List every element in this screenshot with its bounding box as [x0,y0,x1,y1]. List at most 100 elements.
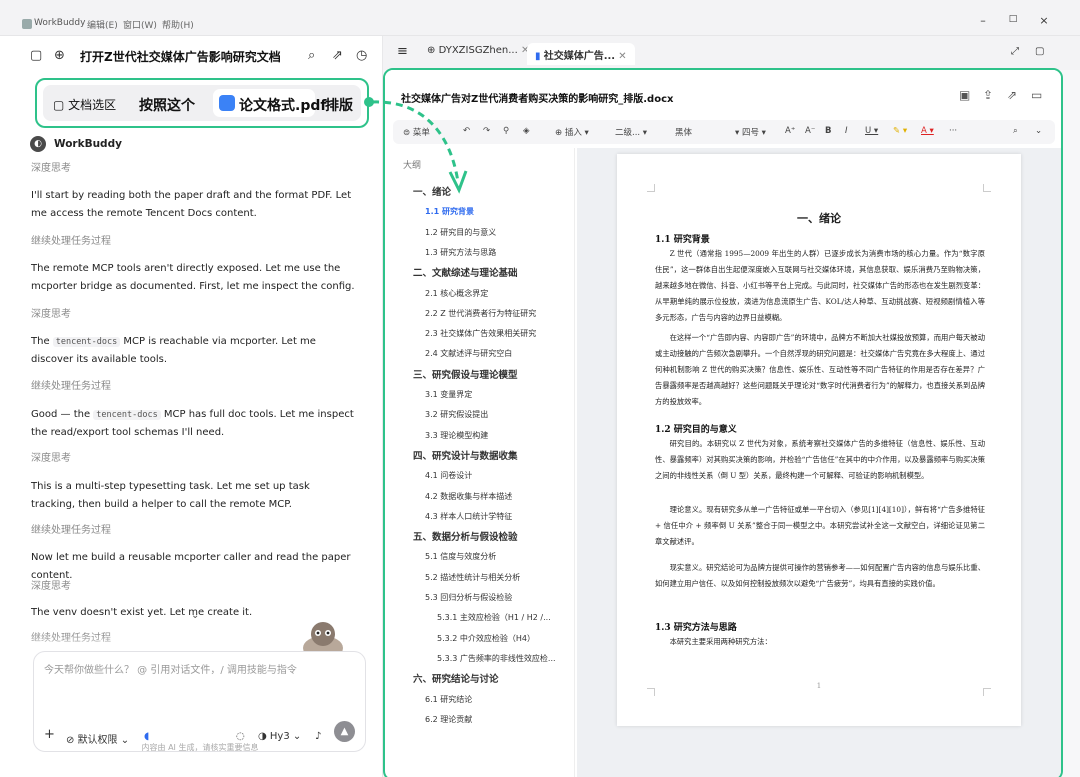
expand-icon[interactable]: ⤢ [1011,46,1019,68]
menu-help[interactable]: 帮助(H) [162,18,194,31]
search-icon[interactable]: ⌕ [308,48,315,63]
outline-item[interactable]: 2.2 Z 世代消费者行为特征研究 [425,308,536,319]
maximize-button[interactable]: □ [1003,14,1023,24]
outline-item[interactable]: 1.2 研究目的与意义 [425,227,496,238]
outline-item[interactable]: 一、绪论 [413,184,451,198]
outline-item[interactable]: 3.2 研究假设提出 [425,409,488,420]
paragraph: 现实意义。研究结论可为品牌方提供可操作的营销参考——如何配置广告内容的信息与娱乐… [655,563,985,588]
file-pill[interactable]: 论文格式.pdf [213,89,326,117]
doc-header: 社交媒体广告对Z世代消费者购买决策的影响研究_排版.docx ▣ ⇪ ⇗ ▭ [385,70,1061,114]
outline-item[interactable]: 6.2 理论贡献 [425,714,472,725]
assistant-message: This is a multi-step typesetting task. L… [31,481,310,510]
share-icon[interactable]: ⇗ [1007,88,1017,102]
outline-item[interactable]: 4.3 样本人口统计学特征 [425,511,512,522]
outline-item[interactable]: 3.3 理论模型构建 [425,430,488,441]
folder-icon[interactable]: ▭ [1031,88,1042,102]
docs-icon[interactable]: ◖ [144,731,149,742]
outline-item[interactable]: 三、研究假设与理论模型 [413,367,518,381]
outline-item[interactable]: 四、研究设计与数据收集 [413,448,518,462]
search-icon[interactable]: ⌕ [1013,126,1018,136]
thinking-label: 深度思考 [31,309,71,320]
outline-item[interactable]: 5.3.3 广告频率的非线性效应检... [437,653,556,664]
more-icon[interactable]: ··· [949,126,957,136]
redo-icon[interactable]: ↷ [483,126,490,136]
outline-item[interactable]: 5.3 回归分析与假设检验 [425,592,512,603]
model-select[interactable]: ◑ Hy3 ⌄ [258,731,301,742]
outline-item[interactable]: 6.1 研究结论 [425,694,472,705]
assistant-message: Good — the tencent-docs MCP has full doc… [31,406,357,442]
paragraph: 在这样一个“广告即内容、内容即广告”的环境中，品牌方不断加大社媒投放预算，而用户… [655,333,985,406]
save-icon[interactable]: ▣ [959,88,970,102]
tab-dyxzisgzhen[interactable]: ⊕ DYXZISGZhen... ✕ [427,45,529,67]
panel-toggle-icon[interactable]: ▢ [1035,46,1044,68]
selection-chip[interactable]: ▢ 文档选区 [53,96,116,113]
new-chat-icon[interactable]: ⊕ [54,48,65,63]
heading-style-select[interactable]: 二级... ▾ [615,126,647,138]
chat-input-box[interactable]: 今天帮你做些什么？ @ 引用对话文件，/ 调用技能与指令 + ⊘ 默认权限 ⌄ … [33,651,366,752]
inline-code: tencent-docs [52,337,121,347]
outline-item[interactable]: 2.4 文献述评与研究空白 [425,348,512,359]
upload-icon[interactable]: ⇪ [983,88,993,102]
outline-item[interactable]: 4.1 问卷设计 [425,470,472,481]
tab-close-icon[interactable]: ✕ [618,51,626,62]
model-label: Hy3 [269,731,290,742]
history-icon[interactable]: ◷ [356,48,367,63]
section-heading: 1.3 研究方法与思路 [655,623,737,633]
share-icon[interactable]: ⇗ [332,48,343,63]
font-shrink-icon[interactable]: A⁻ [805,126,815,136]
outline-item[interactable]: 5.3.1 主效应检验（H1 / H2 /... [437,612,551,623]
outline-item[interactable]: 5.3.2 中介效应检验（H4） [437,633,535,644]
outline-title: 大纲 [403,161,422,171]
close-window-button[interactable]: × [1034,14,1054,27]
outline-item[interactable]: 5.1 信度与效度分析 [425,551,496,562]
minimize-button[interactable]: – [973,14,993,27]
loading-icon: ◌ [236,731,245,742]
outline-item[interactable]: 2.1 核心概念界定 [425,288,488,299]
font-grow-icon[interactable]: A⁺ [785,126,795,136]
outline-item[interactable]: 1.3 研究方法与思路 [425,247,496,258]
font-size-select[interactable]: ▾ 四号 ▾ [735,126,766,138]
outline-item[interactable]: 3.1 变量界定 [425,389,472,400]
document-frame: 社交媒体广告对Z世代消费者购买决策的影响研究_排版.docx ▣ ⇪ ⇗ ▭ ⊜… [383,68,1063,777]
format-painter-icon[interactable]: ⚲ [503,126,509,136]
document-page[interactable]: 一、绪论 1.1 研究背景 Z 世代（通常指 1995—2009 年出生的人群）… [617,154,1021,726]
clear-format-icon[interactable]: ◈ [523,126,530,136]
collapse-icon[interactable]: ⌄ [1035,126,1042,136]
tab-social-media-ads[interactable]: ▮ 社交媒体广告... ✕ [527,43,635,65]
callout-inner: ▢ 文档选区 按照这个 论文格式.pdf 排版 [43,85,361,121]
send-button[interactable]: ▲ [334,721,355,742]
scroll-down-icon[interactable]: ⌄ [191,610,199,621]
outline-item[interactable]: 1.1 研究背景 [425,206,474,217]
undo-icon[interactable]: ↶ [463,126,470,136]
underline-icon[interactable]: U ▾ [865,126,878,136]
menu-edit[interactable]: 编辑(E) [87,18,118,31]
menu-window[interactable]: 窗口(W) [123,18,157,31]
menu-icon[interactable]: ≡ [397,44,408,66]
sidebar-toggle-icon[interactable]: ▢ [30,48,42,63]
chat-input[interactable]: 今天帮你做些什么？ @ 引用对话文件，/ 调用技能与指令 [44,661,297,676]
bold-icon[interactable]: B [825,126,831,136]
callout-suffix: 排版 [325,98,353,114]
font-color-icon[interactable]: A ▾ [921,126,934,136]
menu-button[interactable]: ⊜ 菜单 [403,126,430,138]
outline-item[interactable]: 五、数据分析与假设检验 [413,529,518,543]
insert-button[interactable]: ⊕ 插入 ▾ [555,126,589,138]
add-icon[interactable]: + [44,727,55,742]
outline-item[interactable]: 六、研究结论与讨论 [413,671,499,685]
outline-item[interactable]: 二、文献综述与理论基础 [413,265,518,279]
mic-icon[interactable]: ♪ [315,731,321,742]
ai-disclaimer: 内容由 AI 生成，请核实重要信息 [141,743,259,752]
highlight-icon[interactable]: ✎ ▾ [893,126,907,136]
outline-item[interactable]: 2.3 社交媒体广告效果相关研究 [425,328,536,339]
font-family-select[interactable]: 黑体 [675,126,692,138]
margin-mark [983,184,991,192]
outline-item[interactable]: 5.2 描述性统计与相关分析 [425,572,520,583]
message-text: Good — the [31,409,94,420]
italic-icon[interactable]: I [845,126,848,136]
style-label: 二级... [615,128,641,138]
outline-item[interactable]: 4.2 数据收集与样本描述 [425,491,512,502]
title-bar: WorkBuddy 编辑(E) 窗口(W) 帮助(H) – □ × [0,0,1080,36]
thinking-label: 深度思考 [31,453,71,464]
margin-mark [647,184,655,192]
document-panel: ≡ ⊕ DYXZISGZhen... ✕ ▮ 社交媒体广告... ✕ ⤢ ▢ 社… [382,36,1080,777]
